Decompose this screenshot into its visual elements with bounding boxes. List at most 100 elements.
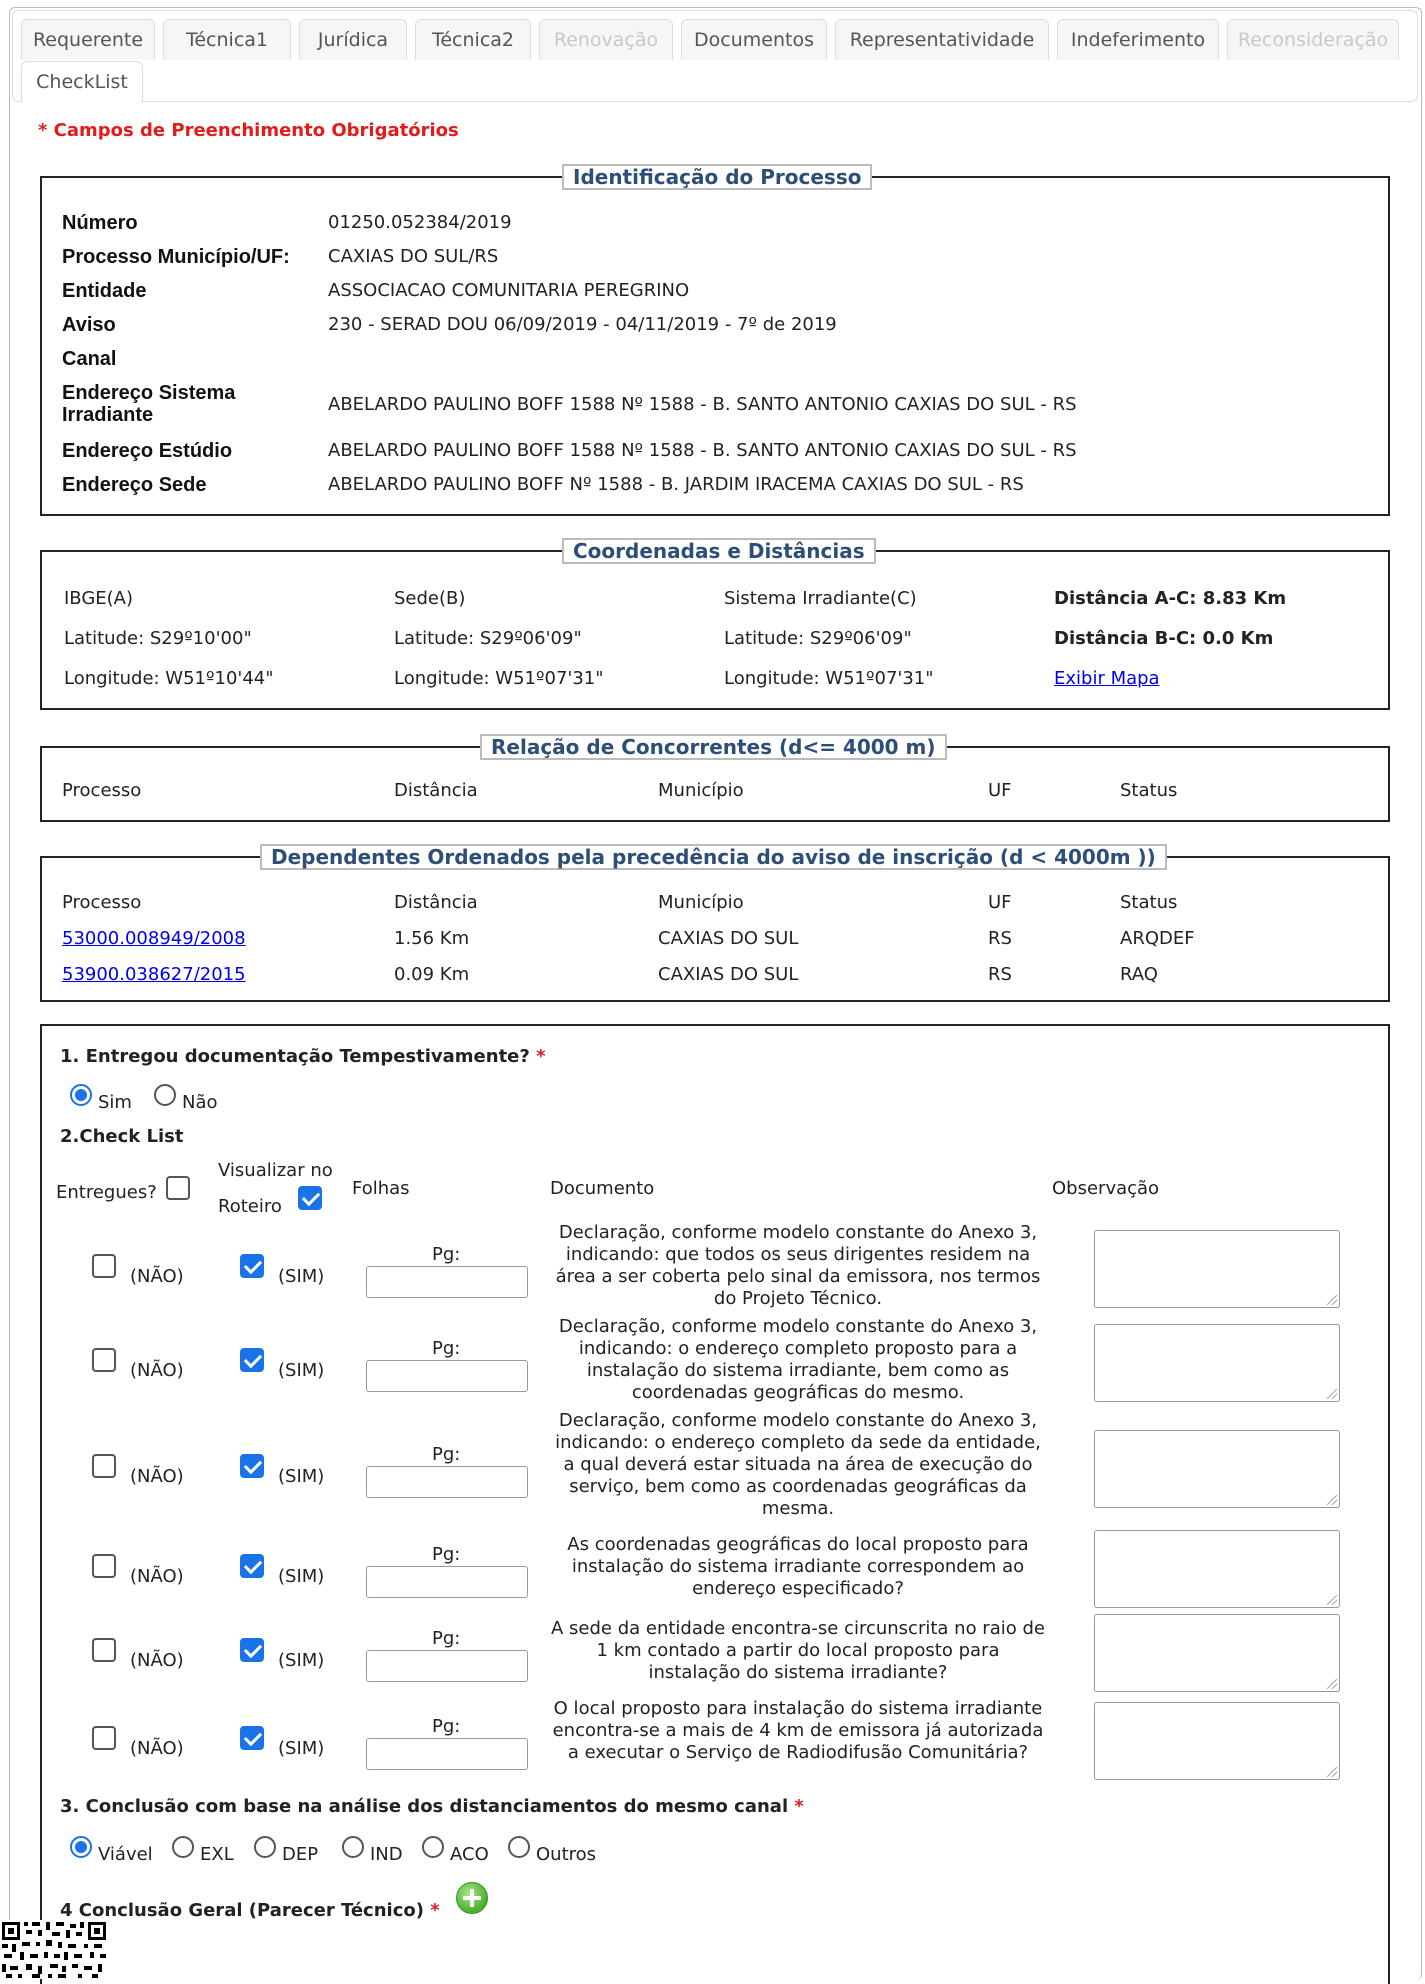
dependentes-header-municipio: Município	[658, 892, 744, 913]
tab-juridica[interactable]: Jurídica	[299, 19, 407, 60]
document-description: A sede da entidade encontra-se circunscr…	[551, 1618, 1045, 1683]
pg-input[interactable]	[366, 1266, 528, 1298]
q1-title: 1. Entregou documentação Tempestivamente…	[60, 1046, 546, 1067]
dependente-distancia: 0.09 Km	[394, 964, 470, 985]
label-canal: Canal	[62, 348, 117, 370]
label-endereco-sede: Endereço Sede	[62, 474, 207, 496]
dependente-uf: RS	[988, 928, 1012, 949]
radio-q3-exl-label: EXL	[200, 1844, 234, 1865]
required-star: *	[536, 1046, 546, 1067]
label-pg: Pg:	[432, 1544, 461, 1565]
tab-tecnica1[interactable]: Técnica1	[163, 19, 291, 60]
dependente-distancia: 1.56 Km	[394, 928, 470, 949]
checkbox-entregue-item[interactable]	[92, 1454, 116, 1478]
radio-q3-ind-label: IND	[370, 1844, 403, 1865]
value-entidade: ASSOCIACAO COMUNITARIA PEREGRINO	[328, 280, 690, 301]
radio-q3-exl[interactable]	[172, 1836, 194, 1858]
dependente-status: ARQDEF	[1120, 928, 1195, 949]
value-endereco-sistema: ABELARDO PAULINO BOFF 1588 Nº 1588 - B. …	[328, 394, 1077, 415]
observacao-textarea[interactable]	[1094, 1702, 1340, 1780]
radio-q1-sim[interactable]	[70, 1084, 92, 1106]
checkbox-visualizar-item[interactable]	[240, 1726, 264, 1750]
pg-input[interactable]	[366, 1566, 528, 1598]
pg-input[interactable]	[366, 1466, 528, 1498]
label-sim: (SIM)	[278, 1650, 325, 1671]
radio-q3-viavel-label: Viável	[98, 1844, 153, 1865]
tab-checklist[interactable]: CheckList	[21, 61, 143, 102]
checkbox-visualizar-item[interactable]	[240, 1554, 264, 1578]
observacao-textarea[interactable]	[1094, 1614, 1340, 1692]
pg-input[interactable]	[366, 1650, 528, 1682]
radio-q3-aco-label: ACO	[450, 1844, 489, 1865]
tab-renovacao: Renovação	[539, 19, 673, 60]
header-visualizar-line2: Roteiro	[218, 1196, 282, 1217]
exibir-mapa-link[interactable]: Exibir Mapa	[1054, 668, 1160, 689]
document-description: Declaração, conforme modelo constante do…	[555, 1222, 1041, 1309]
distancia-ac: Distância A-C: 8.83 Km	[1054, 588, 1287, 609]
q1-title-text: 1. Entregou documentação Tempestivamente…	[60, 1046, 530, 1067]
pg-input[interactable]	[366, 1360, 528, 1392]
checkbox-visualizar-item[interactable]	[240, 1348, 264, 1372]
value-numero: 01250.052384/2019	[328, 212, 512, 233]
tab-reconsideracao: Reconsideração	[1227, 19, 1399, 60]
checkbox-entregue-item[interactable]	[92, 1254, 116, 1278]
tab-documentos[interactable]: Documentos	[681, 19, 827, 60]
label-endereco-estudio: Endereço Estúdio	[62, 440, 233, 462]
header-entregues: Entregues?	[56, 1182, 157, 1203]
observacao-textarea[interactable]	[1094, 1230, 1340, 1308]
radio-q3-outros[interactable]	[508, 1836, 530, 1858]
legend-identificacao: Identificação do Processo	[562, 164, 873, 190]
sede-title: Sede(B)	[394, 588, 466, 609]
checkbox-visualizar-item[interactable]	[240, 1638, 264, 1662]
dependente-uf: RS	[988, 964, 1012, 985]
radio-q3-viavel[interactable]	[70, 1836, 92, 1858]
q3-title-text: 3. Conclusão com base na análise dos dis…	[60, 1796, 789, 1817]
checkbox-entregue-item[interactable]	[92, 1554, 116, 1578]
radio-q3-ind[interactable]	[342, 1836, 364, 1858]
document-description: Declaração, conforme modelo constante do…	[558, 1316, 1038, 1403]
observacao-textarea[interactable]	[1094, 1324, 1340, 1402]
label-nao: (NÃO)	[130, 1466, 184, 1487]
label-nao: (NÃO)	[130, 1266, 184, 1287]
dependente-processo-link[interactable]: 53000.008949/2008	[62, 928, 246, 949]
tab-representatividade[interactable]: Representatividade	[835, 19, 1049, 60]
checkbox-entregues-all[interactable]	[166, 1176, 190, 1200]
radio-q3-dep[interactable]	[254, 1836, 276, 1858]
checkbox-entregue-item[interactable]	[92, 1726, 116, 1750]
dependente-municipio: CAXIAS DO SUL	[658, 964, 799, 985]
q4-title-text: 4 Conclusão Geral (Parecer Técnico)	[60, 1900, 424, 1921]
tab-tecnica2[interactable]: Técnica2	[415, 19, 531, 60]
concorrentes-header-municipio: Município	[658, 780, 744, 801]
header-observacao: Observação	[1052, 1178, 1160, 1199]
label-sim: (SIM)	[278, 1566, 325, 1587]
tab-requerente[interactable]: Requerente	[21, 19, 155, 60]
label-entidade: Entidade	[62, 280, 147, 302]
concorrentes-header-distancia: Distância	[394, 780, 478, 801]
checkbox-visualizar-all[interactable]	[298, 1186, 322, 1210]
radio-q1-nao-label: Não	[182, 1092, 218, 1113]
ibge-latitude: Latitude: S29º10'00"	[64, 628, 252, 649]
observacao-textarea[interactable]	[1094, 1430, 1340, 1508]
checkbox-entregue-item[interactable]	[92, 1348, 116, 1372]
radio-q3-dep-label: DEP	[282, 1844, 319, 1865]
radio-q3-aco[interactable]	[422, 1836, 444, 1858]
label-aviso: Aviso	[62, 314, 116, 336]
legend-dependentes: Dependentes Ordenados pela precedência d…	[260, 844, 1167, 870]
checkbox-visualizar-item[interactable]	[240, 1454, 264, 1478]
radio-q1-nao[interactable]	[154, 1084, 176, 1106]
label-nao: (NÃO)	[130, 1360, 184, 1381]
tab-indeferimento[interactable]: Indeferimento	[1057, 19, 1219, 60]
add-icon[interactable]	[456, 1882, 488, 1914]
ibge-title: IBGE(A)	[64, 588, 134, 609]
dependente-processo-link[interactable]: 53900.038627/2015	[62, 964, 246, 985]
pg-input[interactable]	[366, 1738, 528, 1770]
document-description: As coordenadas geográficas do local prop…	[567, 1534, 1029, 1599]
value-endereco-sede: ABELARDO PAULINO BOFF Nº 1588 - B. JARDI…	[328, 474, 1024, 495]
observacao-textarea[interactable]	[1094, 1530, 1340, 1608]
label-nao: (NÃO)	[130, 1650, 184, 1671]
value-aviso: 230 - SERAD DOU 06/09/2019 - 04/11/2019 …	[328, 314, 837, 335]
checkbox-entregue-item[interactable]	[92, 1638, 116, 1662]
header-visualizar-line1: Visualizar no	[218, 1160, 333, 1181]
distancia-bc: Distância B-C: 0.0 Km	[1054, 628, 1274, 649]
checkbox-visualizar-item[interactable]	[240, 1254, 264, 1278]
